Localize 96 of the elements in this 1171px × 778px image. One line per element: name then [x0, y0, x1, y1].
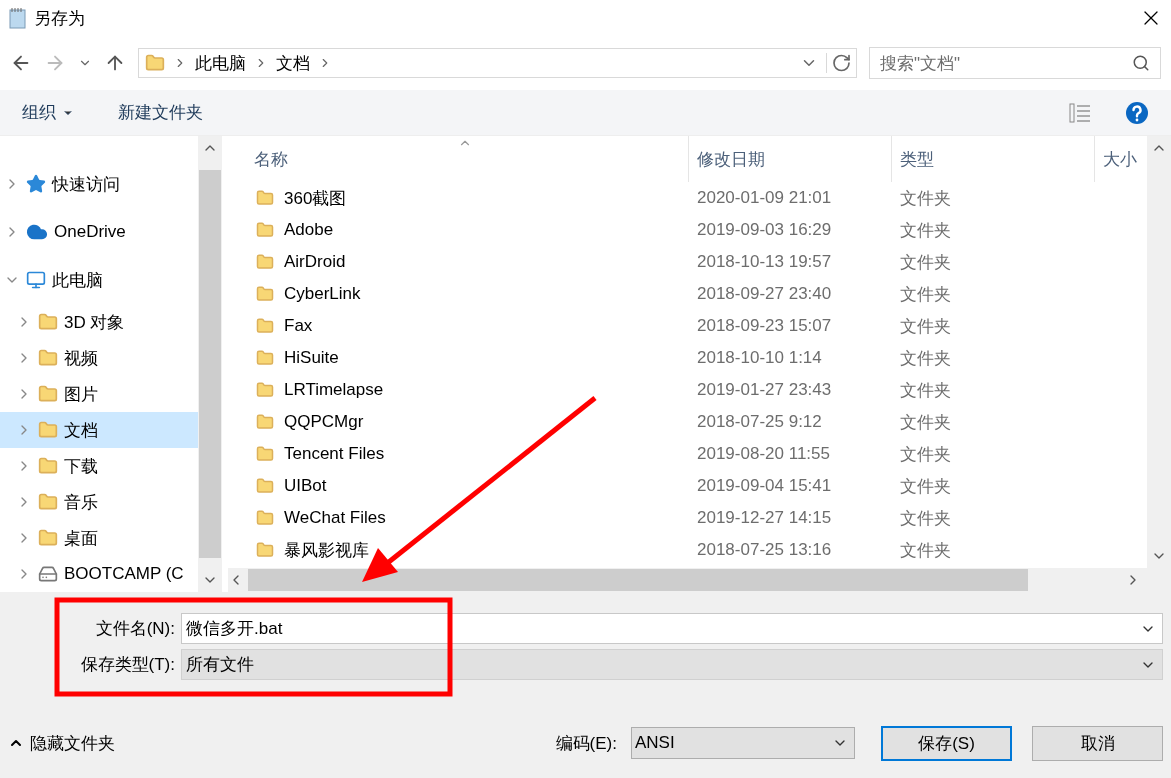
breadcrumb-item[interactable]: 文档: [276, 51, 310, 75]
file-type: 文件夹: [899, 443, 952, 466]
scrollbar[interactable]: [228, 568, 1171, 592]
modified-date: 2019-08-20 11:55: [696, 444, 831, 464]
file-name[interactable]: AirDroid: [284, 252, 346, 272]
search-icon: [1132, 54, 1150, 72]
sidebar-item[interactable]: 快速访问: [0, 160, 198, 208]
filename-label: 文件名(N):: [94, 618, 176, 640]
view-options-icon[interactable]: [1069, 102, 1091, 123]
modified-date: 2018-09-23 15:07: [696, 316, 833, 336]
breadcrumb-item[interactable]: 此电脑: [195, 51, 246, 75]
organize-menu[interactable]: 组织: [22, 101, 74, 124]
modified-date: 2020-01-09 21:01: [696, 188, 833, 208]
scrollbar[interactable]: [198, 136, 222, 592]
folder-icon: [38, 456, 58, 476]
file-name[interactable]: WeChat Files: [284, 508, 386, 528]
new-folder-button[interactable]: 新建文件夹: [118, 101, 203, 124]
window-title: 另存为: [34, 7, 86, 30]
sidebar-item[interactable]: 视频: [0, 340, 198, 376]
folder-icon: [145, 53, 165, 73]
file-type: 文件夹: [899, 251, 952, 274]
column-header[interactable]: 类型: [891, 136, 1094, 182]
folder-icon: [256, 477, 274, 495]
file-name[interactable]: UIBot: [284, 476, 327, 496]
modified-date: 2019-09-04 15:41: [696, 476, 833, 496]
folder-icon: [256, 349, 274, 367]
file-name[interactable]: Tencent Files: [284, 444, 385, 464]
help-icon[interactable]: [1125, 100, 1149, 125]
file-name[interactable]: LRTimelapse: [284, 380, 384, 400]
sidebar-item[interactable]: 文档: [0, 412, 198, 448]
column-header[interactable]: 修改日期: [688, 136, 891, 182]
sidebar-item[interactable]: 音乐: [0, 484, 198, 520]
file-type-label: 保存类型(T):: [79, 654, 176, 676]
drive-icon: [38, 564, 58, 584]
folder-icon: [256, 509, 274, 527]
folder-icon: [256, 381, 274, 399]
cancel-button[interactable]: 取消: [1032, 725, 1163, 761]
file-type: 文件夹: [899, 411, 952, 434]
file-name[interactable]: 360截图: [284, 186, 347, 210]
encoding-label: 编码(E):: [555, 732, 617, 755]
column-header[interactable]: 名称: [228, 136, 688, 182]
folder-icon: [256, 317, 274, 335]
folder-icon: [38, 420, 58, 440]
save-button[interactable]: 保存(S): [881, 725, 1012, 761]
file-type: 文件夹: [899, 315, 952, 338]
sidebar-item[interactable]: BOOTCAMP (C: [0, 556, 198, 592]
file-name[interactable]: Fax: [284, 316, 313, 336]
modified-date: 2019-12-27 14:15: [696, 508, 833, 528]
folder-icon: [256, 189, 274, 207]
sidebar-item[interactable]: 下载: [0, 448, 198, 484]
sidebar-item[interactable]: OneDrive: [0, 208, 198, 256]
folder-icon: [38, 312, 58, 332]
hide-folders-toggle[interactable]: 隐藏文件夹: [8, 731, 115, 755]
sidebar-item[interactable]: 3D 对象: [0, 304, 198, 340]
modified-date: 2018-09-27 23:40: [696, 284, 833, 304]
folder-icon: [256, 445, 274, 463]
file-name[interactable]: 暴风影视库: [284, 538, 369, 562]
notepad-icon: [8, 7, 28, 29]
file-type: 文件夹: [899, 187, 952, 210]
folder-icon: [38, 348, 58, 368]
file-name[interactable]: Adobe: [284, 220, 334, 240]
folder-icon: [38, 492, 58, 512]
encoding-select[interactable]: ANSI: [631, 727, 855, 759]
scrollbar[interactable]: [1147, 136, 1171, 568]
computer-icon: [26, 270, 46, 290]
sidebar-item[interactable]: 图片: [0, 376, 198, 412]
file-name[interactable]: CyberLink: [284, 284, 361, 304]
modified-date: 2018-10-10 1:14: [696, 348, 823, 368]
file-type: 文件夹: [899, 379, 952, 402]
modified-date: 2019-09-03 16:29: [696, 220, 833, 240]
folder-icon: [38, 528, 58, 548]
folder-icon: [256, 541, 274, 559]
modified-date: 2018-07-25 13:16: [696, 540, 833, 560]
address-bar[interactable]: 此电脑 文档: [138, 48, 857, 78]
folder-icon: [256, 285, 274, 303]
file-type: 文件夹: [899, 347, 952, 370]
folder-icon: [256, 413, 274, 431]
file-name[interactable]: QQPCMgr: [284, 412, 364, 432]
file-type: 文件夹: [899, 475, 952, 498]
file-type: 文件夹: [899, 507, 952, 530]
folder-icon: [38, 384, 58, 404]
modified-date: 2018-07-25 9:12: [696, 412, 823, 432]
sidebar-item[interactable]: 此电脑: [0, 256, 198, 304]
search-field[interactable]: 搜索"文档": [869, 47, 1161, 79]
folder-icon: [256, 253, 274, 271]
folder-icon: [256, 221, 274, 239]
file-type: 文件夹: [899, 219, 952, 242]
modified-date: 2018-10-13 19:57: [696, 252, 833, 272]
sidebar-item[interactable]: 桌面: [0, 520, 198, 556]
star-icon: [26, 174, 46, 194]
file-name[interactable]: HiSuite: [284, 348, 339, 368]
modified-date: 2019-01-27 23:43: [696, 380, 833, 400]
file-type: 文件夹: [899, 283, 952, 306]
file-type-select[interactable]: 所有文件: [181, 649, 1163, 680]
file-type: 文件夹: [899, 539, 952, 562]
filename-field[interactable]: 微信多开.bat: [181, 613, 1163, 644]
